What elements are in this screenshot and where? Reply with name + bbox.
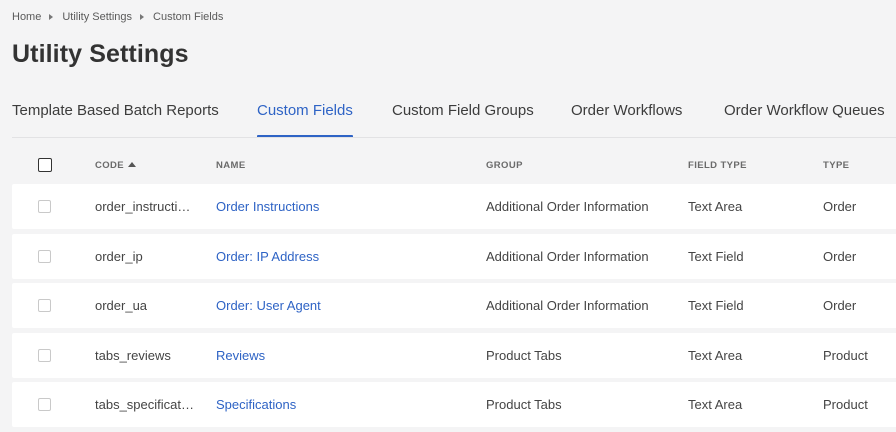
cell-field-type: Text Field: [688, 249, 744, 264]
cell-name-link[interactable]: Reviews: [216, 348, 265, 363]
cell-group: Additional Order Information: [486, 298, 649, 313]
table-row: tabs_reviews Reviews Product Tabs Text A…: [12, 333, 896, 378]
tab-template-based-batch-reports[interactable]: Template Based Batch Reports: [12, 92, 219, 137]
cell-field-type: Text Area: [688, 348, 743, 363]
tab-custom-fields[interactable]: Custom Fields: [257, 92, 353, 137]
cell-field-type: Text Area: [688, 397, 743, 412]
cell-name-link[interactable]: Order: IP Address: [216, 249, 319, 264]
breadcrumb-chevron-icon: [140, 14, 145, 20]
cell-name-link[interactable]: Order Instructions: [216, 199, 319, 214]
cell-code: order_ip: [95, 249, 143, 264]
tab-custom-field-groups[interactable]: Custom Field Groups: [392, 92, 534, 137]
cell-group: Product Tabs: [486, 348, 562, 363]
cell-type: Order: [823, 298, 857, 313]
breadcrumb-custom-fields: Custom Fields: [153, 11, 224, 23]
cell-field-type: Text Field: [688, 298, 744, 313]
breadcrumb-home[interactable]: Home: [12, 11, 41, 23]
column-header-field-type[interactable]: FIELD TYPE: [688, 160, 747, 171]
table-header: CODE NAME GROUP FIELD TYPE TYPE: [12, 150, 896, 180]
tab-bar: Template Based Batch Reports Custom Fiel…: [12, 92, 896, 138]
column-header-type[interactable]: TYPE: [823, 160, 849, 171]
cell-code: order_ua: [95, 298, 148, 313]
cell-code: tabs_reviews: [95, 348, 171, 363]
row-checkbox[interactable]: [38, 398, 51, 411]
table-row: order_ip Order: IP Address Additional Or…: [12, 234, 896, 279]
sort-up-icon: [128, 161, 137, 167]
cell-field-type: Text Area: [688, 199, 743, 214]
cell-type: Product: [823, 348, 868, 363]
column-header-code[interactable]: CODE: [95, 160, 137, 171]
cell-group: Product Tabs: [486, 397, 562, 412]
row-checkbox[interactable]: [38, 200, 51, 213]
page: Home Utility Settings Custom Fields Util…: [0, 0, 896, 432]
cell-group: Additional Order Information: [486, 249, 649, 264]
select-all-checkbox[interactable]: [38, 158, 52, 172]
cell-type: Product: [823, 397, 868, 412]
column-header-group[interactable]: GROUP: [486, 160, 523, 171]
cell-type: Order: [823, 249, 857, 264]
column-header-name[interactable]: NAME: [216, 160, 246, 171]
table-row: tabs_specifications Specifications Produ…: [12, 382, 896, 427]
tab-order-workflows[interactable]: Order Workflows: [571, 92, 682, 137]
row-checkbox[interactable]: [38, 349, 51, 362]
page-title: Utility Settings: [12, 40, 189, 68]
tab-order-workflow-queues[interactable]: Order Workflow Queues: [724, 92, 885, 137]
row-checkbox[interactable]: [38, 299, 51, 312]
cell-code: tabs_specifications: [95, 397, 195, 412]
column-header-code-label: CODE: [95, 160, 125, 171]
cell-group: Additional Order Information: [486, 199, 649, 214]
cell-type: Order: [823, 199, 857, 214]
cell-name-link[interactable]: Specifications: [216, 397, 296, 412]
table-row: order_ua Order: User Agent Additional Or…: [12, 283, 896, 328]
table-row: order_instructions Order Instructions Ad…: [12, 184, 896, 229]
cell-name-link[interactable]: Order: User Agent: [216, 298, 321, 313]
cell-code: order_instructions: [95, 199, 195, 214]
breadcrumb-chevron-icon: [49, 14, 54, 20]
breadcrumb-utility-settings[interactable]: Utility Settings: [62, 11, 132, 23]
row-checkbox[interactable]: [38, 250, 51, 263]
breadcrumb: Home Utility Settings Custom Fields: [12, 11, 223, 23]
